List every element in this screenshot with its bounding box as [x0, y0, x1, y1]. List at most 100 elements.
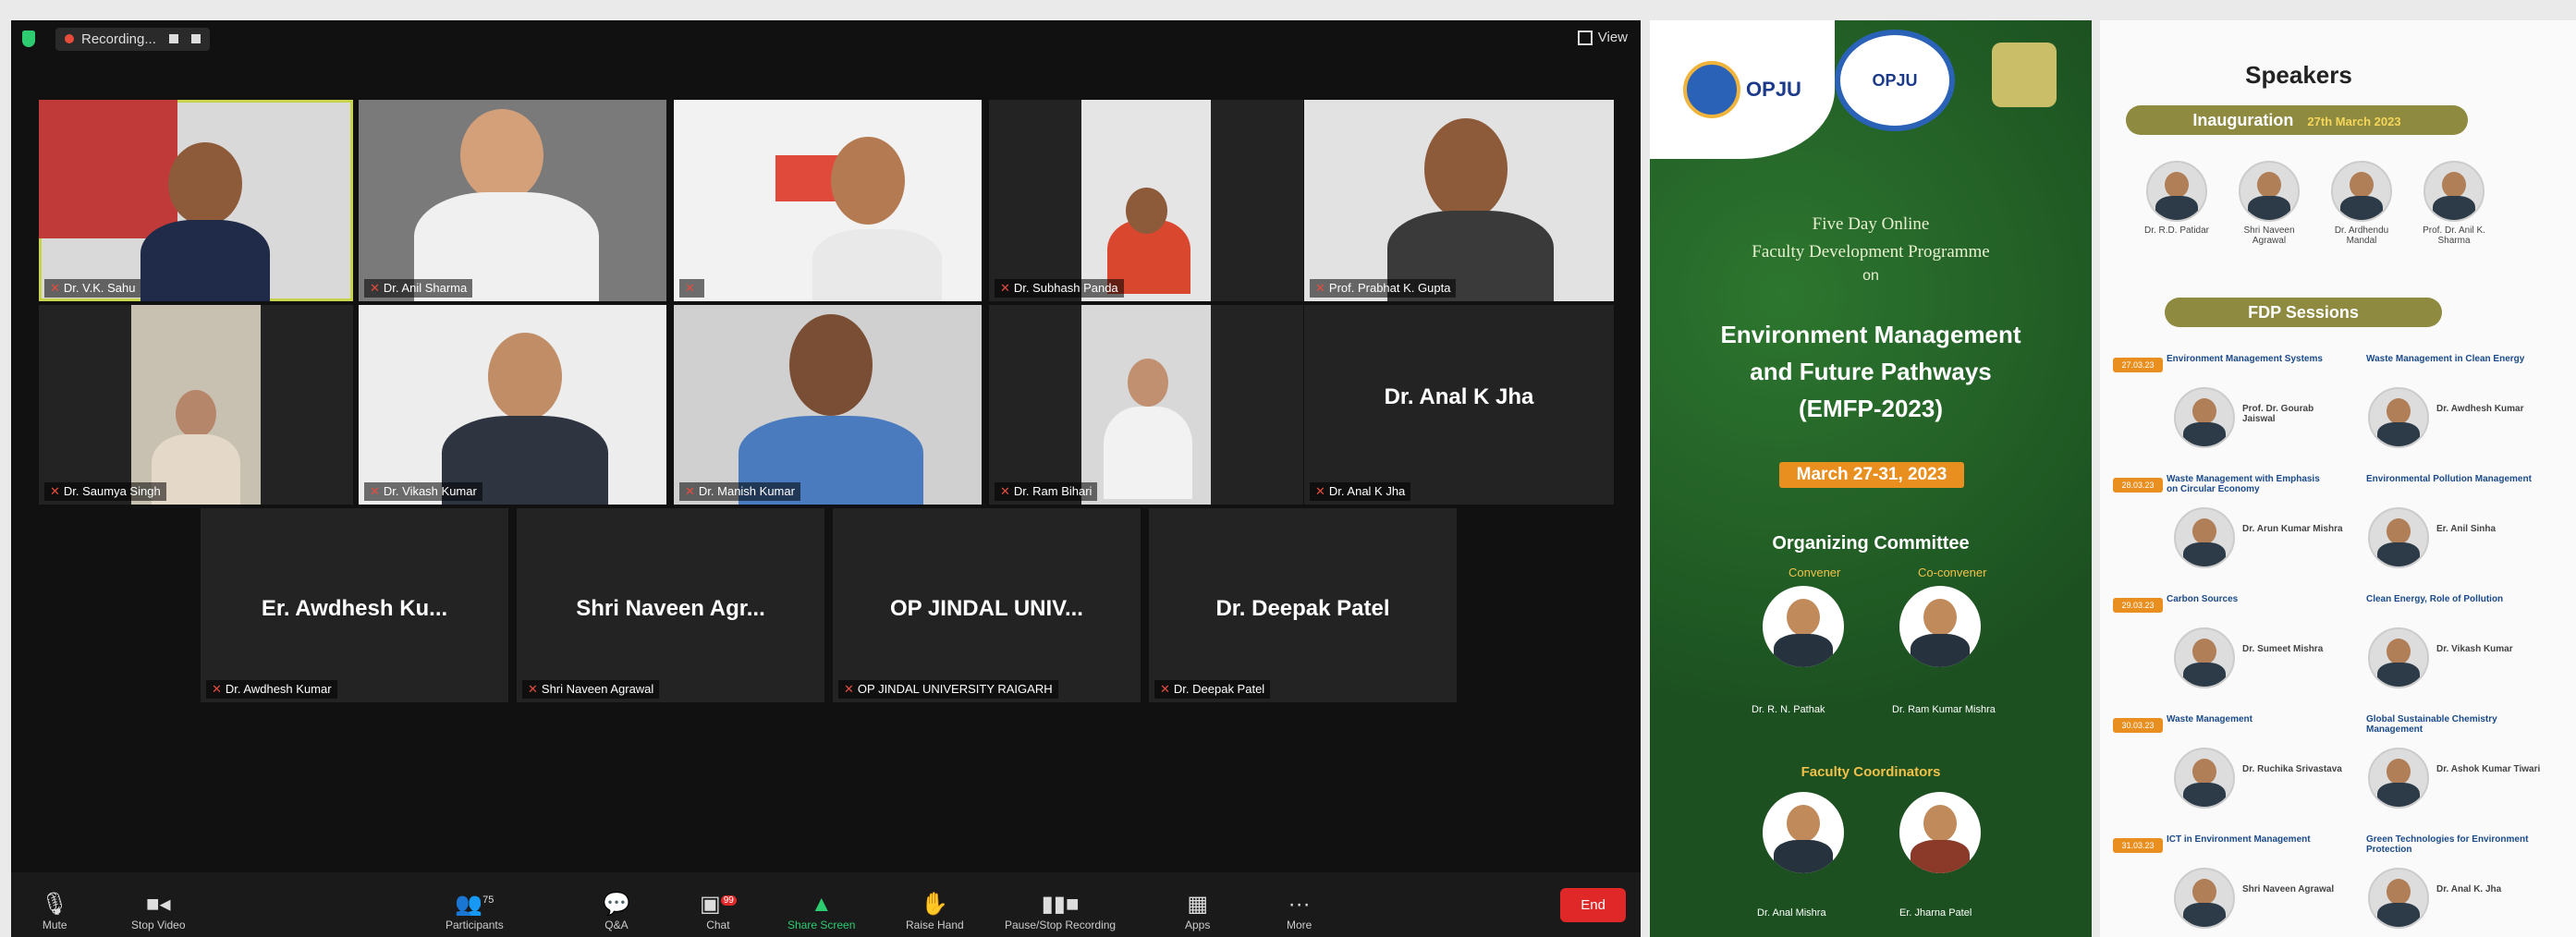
poster-subtitle-1: Five Day Online — [1812, 214, 1930, 234]
faculty-coordinators-heading: Faculty Coordinators — [1801, 764, 1941, 780]
session-topic: Global Sustainable Chemistry Management — [2366, 714, 2497, 735]
speaker-name: Prof. Dr. Gourab Jaiswal — [2242, 404, 2314, 424]
speaker-name: Dr. Ruchika Srivastava — [2242, 764, 2342, 774]
more-button[interactable]: ··· More — [1287, 891, 1312, 931]
participant-name: ✕ Dr. Deepak Patel — [1154, 680, 1271, 699]
share-screen-button[interactable]: ▲ Share Screen — [787, 891, 855, 931]
video-tile[interactable]: ✕ Dr. Vikash Kumar — [359, 305, 666, 505]
session-topic: Clean Energy, Role of Pollution — [2366, 594, 2504, 604]
session-topic: Waste Management — [2167, 714, 2252, 724]
participant-head — [1128, 359, 1168, 407]
speaker-name: Shri Naveen Agrawal — [2242, 884, 2335, 894]
video-tile[interactable]: ✕ Dr. Manish Kumar — [674, 305, 982, 505]
participant-name: ✕ Dr. Saumya Singh — [44, 482, 166, 501]
speaker-photo — [2368, 387, 2429, 448]
participant-name: ✕ Dr. Ram Bihari — [995, 482, 1098, 501]
poster-subtitle-3: on — [1862, 268, 1879, 284]
qa-button[interactable]: 💬 Q&A — [603, 891, 630, 931]
video-tile[interactable]: ✕ Prof. Prabhat K. Gupta — [1304, 100, 1614, 301]
meeting-top-bar: Recording... View — [11, 20, 1641, 57]
more-icon: ··· — [1288, 892, 1311, 917]
raise-hand-button[interactable]: ✋ Raise Hand — [906, 891, 964, 931]
stop-recording-icon[interactable] — [190, 34, 201, 43]
apps-icon: ▦ — [1187, 892, 1209, 917]
session-topic: Green Technologies for Environment Prote… — [2366, 834, 2529, 855]
grid-view-icon — [1577, 30, 1593, 45]
session-topic: Environment Management Systems — [2167, 354, 2323, 364]
session-topic: Carbon Sources — [2167, 594, 2239, 604]
pause-recording-icon[interactable] — [168, 34, 178, 43]
video-camera-icon: ■◂ — [145, 892, 171, 917]
raise-hand-icon: ✋ — [921, 892, 949, 917]
chat-button[interactable]: ▣ 99 Chat — [700, 887, 737, 931]
zoom-meeting-window: Recording... View ✕ Dr. V.K. Sahu ✕ Dr. An… — [11, 20, 1641, 937]
video-tile[interactable]: ✕ Dr. Anil Sharma — [359, 100, 666, 301]
participants-icon: 👥75 — [455, 892, 494, 917]
participant-name: ✕ Shri Naveen Agrawal — [522, 680, 660, 699]
mute-button[interactable]: 🎙 Mute — [41, 891, 68, 931]
participant-display-name: OP JINDAL UNIV... — [890, 595, 1083, 621]
speaker-name: Dr. Arun Kumar Mishra — [2242, 524, 2343, 534]
video-tile[interactable]: ✕ Dr. V.K. Sahu — [39, 100, 353, 301]
speaker-photo — [2174, 387, 2235, 448]
speaker-name: Dr. Anal K. Jha — [2436, 884, 2502, 894]
video-tile[interactable]: Dr. Deepak Patel ✕ Dr. Deepak Patel — [1149, 508, 1457, 702]
background-window — [39, 100, 177, 238]
session-date: 28.03.23 — [2113, 478, 2163, 493]
end-meeting-button[interactable]: End — [1560, 888, 1626, 922]
participant-display-name: Shri Naveen Agr... — [576, 595, 765, 621]
speaker-name: Shri Naveen Agrawal — [2243, 225, 2295, 246]
pause-stop-recording-button[interactable]: ▮▮■ Pause/Stop Recording — [1005, 891, 1116, 931]
poster-title-1: Environment Management — [1720, 321, 2021, 348]
speaker-photo — [2239, 161, 2300, 222]
participant-name: ✕ Dr. Manish Kumar — [679, 482, 800, 501]
participant-name: ✕ Dr. V.K. Sahu — [44, 279, 141, 298]
committee-photo — [1763, 586, 1844, 667]
chat-icon: ▣ 99 — [700, 887, 737, 919]
session-topic: Waste Management with Emphasis on Circul… — [2167, 474, 2320, 494]
stop-video-button[interactable]: ■◂ Stop Video — [131, 891, 186, 931]
video-tile[interactable]: ✕ Dr. Subhash Panda — [989, 100, 1303, 301]
video-tile[interactable]: ✕ Dr. Ram Bihari — [989, 305, 1303, 505]
session-date: 27.03.23 — [2113, 358, 2163, 372]
recording-label: Recording... — [81, 30, 156, 47]
event-poster: OPJU OPJU Five Day Online Faculty Develo… — [1650, 20, 2092, 937]
speaker-photo — [2368, 868, 2429, 929]
participant-body — [812, 229, 942, 301]
speaker-name: Dr. Sumeet Mishra — [2242, 644, 2324, 654]
speaker-photo — [2174, 868, 2235, 929]
apps-button[interactable]: ▦ Apps — [1185, 891, 1210, 931]
poster-title-3: (EMFP-2023) — [1798, 395, 1944, 422]
session-date: 30.03.23 — [2113, 718, 2163, 733]
speaker-name: Er. Anil Sinha — [2436, 524, 2497, 534]
video-tile[interactable]: ✕ — [674, 100, 982, 301]
video-tile[interactable]: ✕ Dr. Saumya Singh — [39, 305, 353, 505]
session-topic: ICT in Environment Management — [2167, 834, 2311, 845]
session-topic: Environmental Pollution Management — [2366, 474, 2532, 484]
session-date: 29.03.23 — [2113, 598, 2163, 613]
participant-name: ✕ Dr. Vikash Kumar — [364, 482, 482, 501]
security-shield-icon[interactable] — [22, 30, 35, 47]
participant-head — [831, 137, 905, 225]
video-tile[interactable]: Er. Awdhesh Ku... ✕ Dr. Awdhesh Kumar — [201, 508, 508, 702]
view-button[interactable]: View — [1577, 30, 1628, 45]
participant-head — [176, 390, 216, 438]
video-tile[interactable]: Shri Naveen Agr... ✕ Shri Naveen Agrawal — [517, 508, 824, 702]
inauguration-header: Inauguration 27th March 2023 — [2126, 105, 2468, 135]
qa-icon: 💬 — [603, 892, 630, 917]
speaker-photo — [2368, 627, 2429, 688]
participant-head — [168, 142, 242, 225]
participant-name: ✕ Prof. Prabhat K. Gupta — [1310, 279, 1457, 298]
video-tile[interactable]: Dr. Anal K Jha ✕ Dr. Anal K Jha — [1304, 305, 1614, 505]
speaker-photo — [2368, 507, 2429, 568]
video-tile[interactable]: OP JINDAL UNIV... ✕ OP JINDAL UNIVERSITY … — [833, 508, 1141, 702]
university-seal-icon — [1683, 61, 1741, 118]
poster-subtitle-2: Faculty Development Programme — [1752, 242, 1990, 262]
participant-head — [1424, 118, 1508, 220]
speaker-photo — [2368, 748, 2429, 809]
session-row: 29.03.23 Carbon Sources Clean Energy, Ro… — [2100, 579, 2576, 700]
participant-name: ✕ OP JINDAL UNIVERSITY RAIGARH — [838, 680, 1058, 699]
participants-button[interactable]: 👥75 Participants — [446, 886, 504, 931]
participant-name: ✕ Dr. Subhash Panda — [995, 279, 1124, 298]
speaker-name: Dr. Ashok Kumar Tiwari — [2436, 764, 2541, 774]
